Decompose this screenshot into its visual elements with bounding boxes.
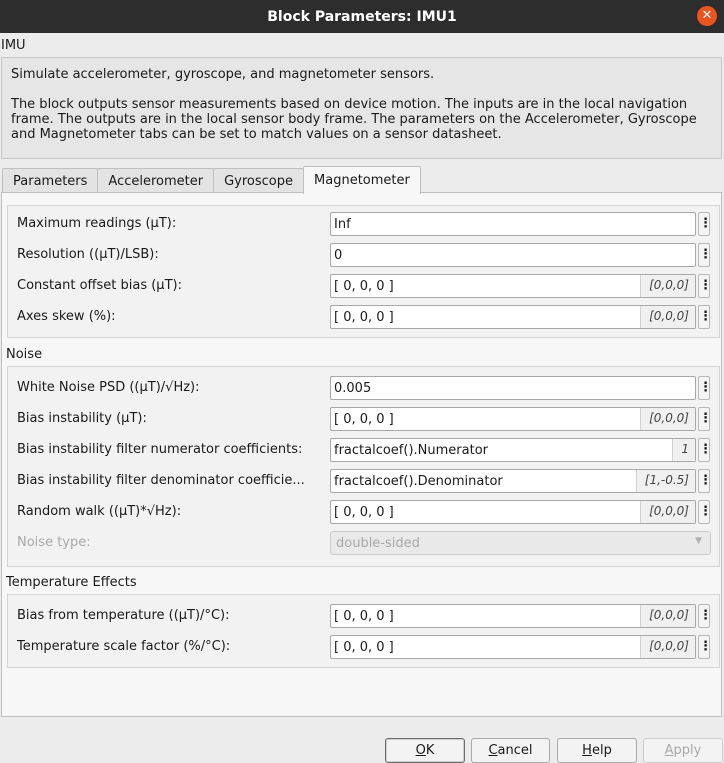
more-options-icon[interactable]: ⋮: [698, 274, 712, 298]
scale-factor-label: Temperature scale factor (%/°C):: [17, 639, 231, 654]
magnetometer-panel: Maximum readings (μT): Inf ⋮ Resolution …: [1, 192, 722, 717]
more-options-icon[interactable]: ⋮: [698, 243, 712, 267]
random-walk-hint: [0,0,0]: [640, 501, 695, 523]
white-noise-value: 0.005: [334, 381, 372, 396]
constant-offset-row: Constant offset bias (μT): [ 0, 0, 0 ] [0…: [17, 274, 717, 298]
numerator-hint: 1: [672, 439, 695, 461]
cancel-button[interactable]: Cancel: [471, 738, 550, 763]
ok-mnemonic: O: [415, 743, 426, 758]
white-noise-row: White Noise PSD ((μT)/√Hz): 0.005 ⋮: [17, 376, 717, 400]
numerator-value: fractalcoef().Numerator: [334, 443, 488, 458]
denominator-value: fractalcoef().Denominator: [334, 474, 503, 489]
constant-offset-label: Constant offset bias (μT):: [17, 278, 182, 293]
bias-instability-hint: [0,0,0]: [640, 408, 695, 430]
description-line-2: The block outputs sensor measurements ba…: [11, 97, 697, 142]
random-walk-row: Random walk ((μT)*√Hz): [ 0, 0, 0 ] [0,0,…: [17, 500, 717, 524]
white-noise-input[interactable]: 0.005: [330, 376, 696, 400]
bias-from-temp-label: Bias from temperature ((μT)/°C):: [17, 608, 230, 623]
random-walk-value: [ 0, 0, 0 ]: [334, 505, 394, 520]
help-mnemonic: H: [582, 743, 592, 758]
tab-accelerometer[interactable]: Accelerometer: [97, 168, 215, 194]
denominator-hint: [1,-0.5]: [635, 470, 695, 492]
numerator-input[interactable]: fractalcoef().Numerator 1: [330, 438, 696, 462]
max-readings-row: Maximum readings (μT): Inf ⋮: [17, 212, 717, 236]
noise-type-value: double-sided: [336, 536, 420, 551]
noise-group: White Noise PSD ((μT)/√Hz): 0.005 ⋮ Bias…: [7, 366, 720, 567]
noise-section-title: Noise: [6, 347, 43, 362]
tab-parameters[interactable]: Parameters: [2, 168, 99, 194]
close-icon[interactable]: ✕: [697, 6, 717, 26]
noise-type-select: double-sided ▼: [330, 531, 711, 555]
bias-from-temp-value: [ 0, 0, 0 ]: [334, 609, 394, 624]
temperature-section-title: Temperature Effects: [6, 575, 137, 590]
bias-instability-row: Bias instability (μT): [ 0, 0, 0 ] [0,0,0…: [17, 407, 717, 431]
cancel-mnemonic: C: [488, 743, 498, 758]
scale-factor-row: Temperature scale factor (%/°C): [ 0, 0,…: [17, 635, 717, 659]
bias-from-temp-row: Bias from temperature ((μT)/°C): [ 0, 0,…: [17, 604, 717, 628]
more-options-icon[interactable]: ⋮: [698, 635, 712, 659]
resolution-label: Resolution ((μT)/LSB):: [17, 247, 159, 262]
denominator-row: Bias instability filter denominator coef…: [17, 469, 717, 493]
bias-instability-label: Bias instability (μT):: [17, 411, 147, 426]
resolution-value: 0: [334, 248, 343, 263]
noise-type-row: Noise type: double-sided ▼: [17, 531, 717, 555]
scale-factor-hint: [0,0,0]: [640, 636, 695, 658]
constant-offset-value: [ 0, 0, 0 ]: [334, 279, 394, 294]
max-readings-label: Maximum readings (μT):: [17, 216, 177, 231]
denominator-label: Bias instability filter denominator coef…: [17, 473, 305, 488]
help-label-rest: elp: [591, 743, 612, 758]
window-title: Block Parameters: IMU1: [267, 8, 457, 25]
numerator-label: Bias instability filter numerator coeffi…: [17, 442, 303, 457]
bias-instability-input[interactable]: [ 0, 0, 0 ] [0,0,0]: [330, 407, 696, 431]
max-readings-value: Inf: [334, 217, 351, 232]
ok-button[interactable]: OK: [385, 738, 465, 763]
noise-type-label: Noise type:: [17, 535, 91, 550]
tab-magnetometer[interactable]: Magnetometer: [303, 166, 421, 194]
block-name-label: IMU: [1, 38, 26, 53]
tab-bar: Parameters Accelerometer Gyroscope Magne…: [2, 166, 421, 194]
constant-offset-hint: [0,0,0]: [640, 275, 695, 297]
sensor-parameters-group: Maximum readings (μT): Inf ⋮ Resolution …: [7, 205, 720, 338]
bias-instability-value: [ 0, 0, 0 ]: [334, 412, 394, 427]
more-options-icon[interactable]: ⋮: [698, 469, 712, 493]
bias-from-temp-hint: [0,0,0]: [640, 605, 695, 627]
cancel-label-rest: ancel: [497, 743, 533, 758]
scale-factor-value: [ 0, 0, 0 ]: [334, 640, 394, 655]
bias-from-temp-input[interactable]: [ 0, 0, 0 ] [0,0,0]: [330, 604, 696, 628]
resolution-input[interactable]: 0: [330, 243, 696, 267]
constant-offset-input[interactable]: [ 0, 0, 0 ] [0,0,0]: [330, 274, 696, 298]
apply-button: Apply: [643, 738, 723, 763]
numerator-row: Bias instability filter numerator coeffi…: [17, 438, 717, 462]
more-options-icon[interactable]: ⋮: [698, 212, 712, 236]
resolution-row: Resolution ((μT)/LSB): 0 ⋮: [17, 243, 717, 267]
more-options-icon[interactable]: ⋮: [698, 376, 712, 400]
axes-skew-input[interactable]: [ 0, 0, 0 ] [0,0,0]: [330, 305, 696, 329]
help-button[interactable]: Help: [557, 738, 637, 763]
more-options-icon[interactable]: ⋮: [698, 438, 712, 462]
random-walk-label: Random walk ((μT)*√Hz):: [17, 504, 182, 519]
apply-label-rest: pply: [673, 743, 702, 758]
axes-skew-hint: [0,0,0]: [640, 306, 695, 328]
tab-gyroscope[interactable]: Gyroscope: [213, 168, 305, 194]
ok-label-rest: K: [425, 743, 435, 758]
more-options-icon[interactable]: ⋮: [698, 407, 712, 431]
block-description: Simulate accelerometer, gyroscope, and m…: [1, 57, 722, 159]
denominator-input[interactable]: fractalcoef().Denominator [1,-0.5]: [330, 469, 696, 493]
random-walk-input[interactable]: [ 0, 0, 0 ] [0,0,0]: [330, 500, 696, 524]
apply-mnemonic: A: [664, 743, 674, 758]
max-readings-input[interactable]: Inf: [330, 212, 696, 236]
axes-skew-value: [ 0, 0, 0 ]: [334, 310, 394, 325]
more-options-icon[interactable]: ⋮: [698, 500, 712, 524]
chevron-down-icon: ▼: [695, 536, 702, 546]
temperature-group: Bias from temperature ((μT)/°C): [ 0, 0,…: [7, 594, 720, 668]
axes-skew-label: Axes skew (%):: [17, 309, 116, 324]
white-noise-label: White Noise PSD ((μT)/√Hz):: [17, 380, 200, 395]
scale-factor-input[interactable]: [ 0, 0, 0 ] [0,0,0]: [330, 635, 696, 659]
axes-skew-row: Axes skew (%): [ 0, 0, 0 ] [0,0,0] ⋮: [17, 305, 717, 329]
more-options-icon[interactable]: ⋮: [698, 305, 712, 329]
window-titlebar: Block Parameters: IMU1 ✕: [0, 0, 724, 33]
description-line-1: Simulate accelerometer, gyroscope, and m…: [11, 67, 435, 82]
more-options-icon[interactable]: ⋮: [698, 604, 712, 628]
